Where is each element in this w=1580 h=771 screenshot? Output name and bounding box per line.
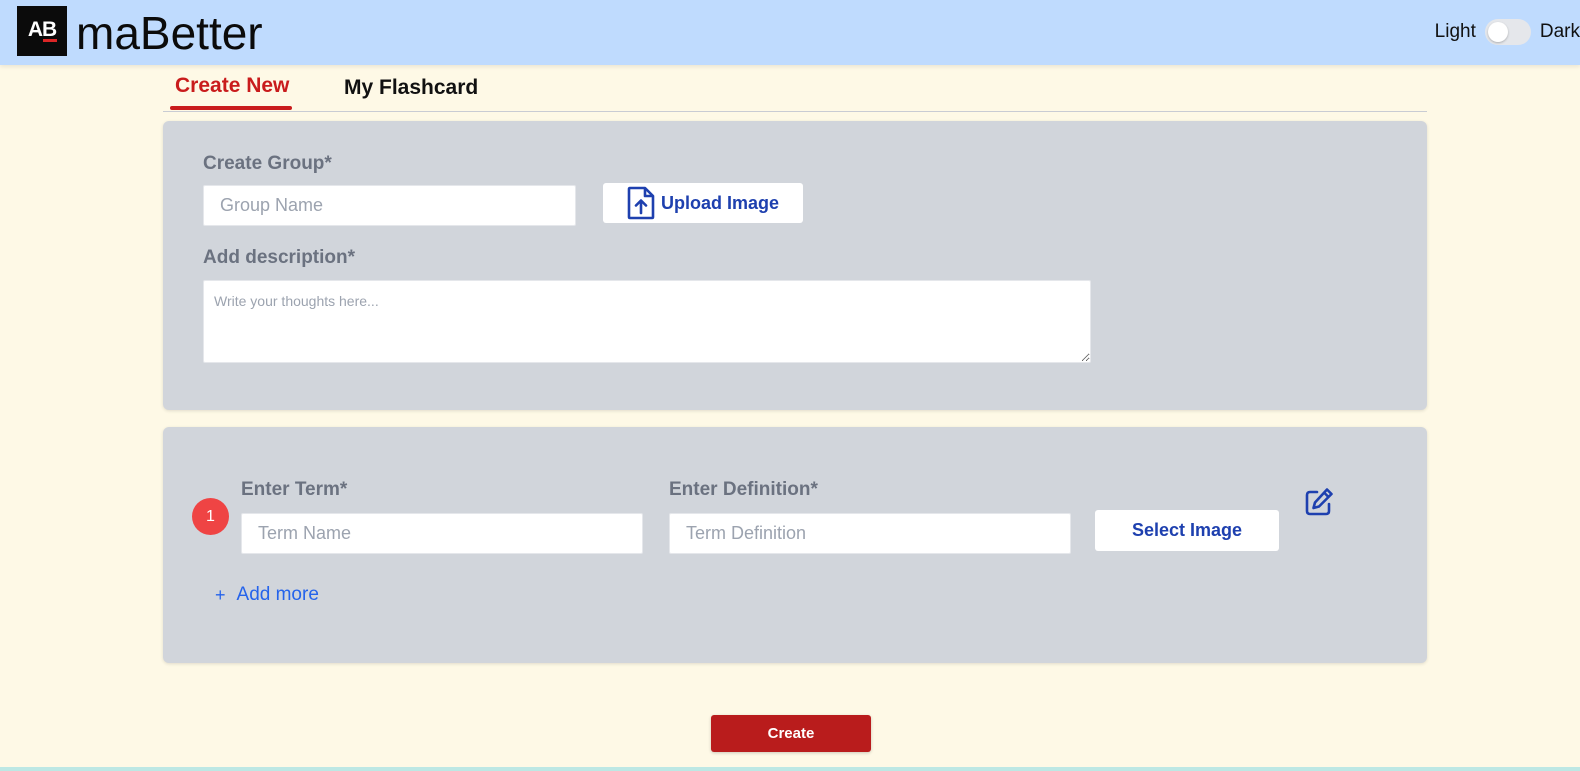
tab-bar: Create New My Flashcard	[163, 68, 1427, 112]
theme-dark-label: Dark	[1539, 21, 1580, 42]
brand-name: maBetter	[76, 7, 263, 59]
upload-image-button[interactable]: Upload Image	[603, 183, 803, 223]
create-button[interactable]: Create	[711, 715, 871, 752]
bottom-strip	[0, 767, 1580, 771]
group-card: Create Group* Upload Image Add descripti…	[163, 121, 1427, 410]
upload-image-label: Upload Image	[660, 192, 780, 213]
plus-icon: +	[215, 584, 226, 605]
logo-underline	[43, 39, 57, 42]
term-label: Enter Term*	[241, 479, 348, 500]
add-more-button[interactable]: + Add more	[215, 584, 319, 606]
theme-light-label: Light	[1434, 21, 1476, 42]
active-tab-indicator	[170, 106, 292, 110]
term-definition-input[interactable]	[669, 513, 1071, 554]
term-name-input[interactable]	[241, 513, 643, 554]
terms-card: 1 Enter Term* Enter Definition* Select I…	[163, 427, 1427, 663]
tab-my-flashcard[interactable]: My Flashcard	[344, 76, 478, 100]
select-image-button[interactable]: Select Image	[1095, 510, 1279, 551]
theme-toggle-knob	[1487, 22, 1508, 42]
add-more-label: Add more	[236, 584, 319, 605]
file-upload-icon	[627, 186, 655, 220]
theme-switch: Light Dark	[1435, 18, 1580, 46]
description-label: Add description*	[203, 247, 356, 268]
tab-create-new[interactable]: Create New	[175, 74, 289, 98]
logo-text: AB	[27, 18, 57, 41]
top-header: AB maBetter Light Dark	[0, 0, 1580, 65]
group-name-input[interactable]	[203, 185, 576, 226]
logo[interactable]: AB	[17, 6, 67, 56]
create-group-label: Create Group*	[203, 153, 332, 174]
edit-icon[interactable]	[1303, 486, 1335, 518]
definition-label: Enter Definition*	[669, 479, 818, 500]
description-textarea[interactable]	[203, 280, 1091, 363]
term-number-badge: 1	[192, 498, 229, 535]
theme-toggle[interactable]	[1484, 19, 1531, 45]
